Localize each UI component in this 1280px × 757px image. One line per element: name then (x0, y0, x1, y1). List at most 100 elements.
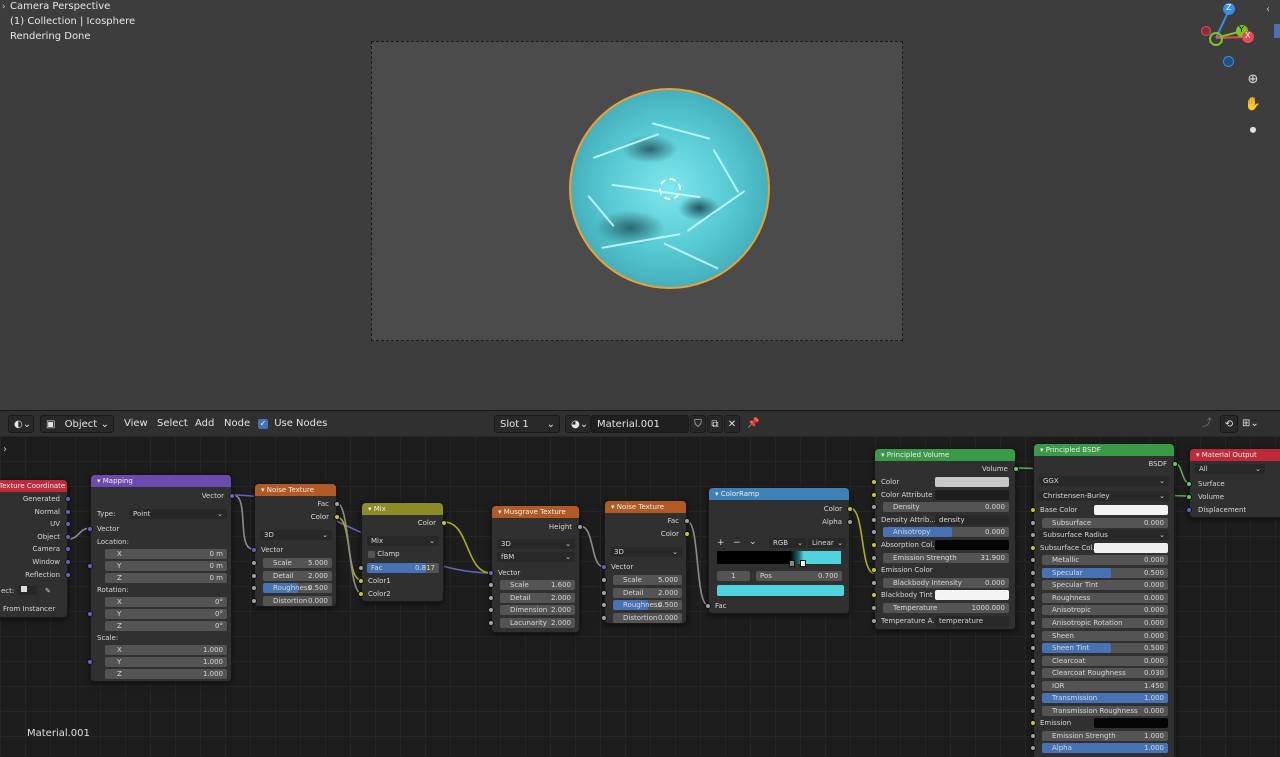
value-field[interactable]: Distortion 0.000 (263, 595, 332, 606)
value-field[interactable]: Subsurface 0.000 (1042, 517, 1168, 528)
input-socket[interactable] (488, 582, 494, 588)
node-principled-volume[interactable]: ▾ Principled Volume Volume Color Color At… (871, 448, 1019, 630)
color-swatch[interactable] (935, 477, 1009, 487)
node-mix[interactable]: ▾ Mix Color Mix ⌄ Clamp Fac 0.817 Color1 C… (358, 502, 447, 602)
input-socket[interactable] (488, 607, 494, 613)
value-field[interactable]: Emission Strength 1.000 (1042, 730, 1168, 741)
navigation-gizmo[interactable]: Z Y X (1195, 0, 1265, 72)
output-socket[interactable] (65, 496, 71, 502)
input-socket[interactable] (1030, 557, 1036, 564)
node-colorramp[interactable]: ▾ ColorRamp Color Alpha + − ⌄ RGB ⌄ Linea… (705, 487, 853, 614)
output-socket-bsdf[interactable] (1172, 461, 1178, 467)
output-socket[interactable] (229, 493, 235, 499)
input-socket[interactable] (1030, 569, 1036, 576)
interpolation-dropdown[interactable]: Linear ⌄ (808, 538, 846, 548)
sidebar-toggle-icon[interactable]: ‹ (1266, 4, 1270, 15)
subsurface-method-dropdown[interactable]: Christensen-Burley ⌄ (1039, 491, 1169, 501)
gizmo-x-axis[interactable]: X (1242, 31, 1254, 43)
mapping-scale-field[interactable]: X 1.000 (105, 645, 227, 655)
snap-settings-icon[interactable]: ⊞⌄ (1242, 415, 1259, 433)
input-socket[interactable] (601, 589, 607, 596)
mapping-location-field[interactable]: X0 m (105, 549, 227, 559)
input-socket[interactable] (1030, 507, 1036, 513)
value-field[interactable]: Metallic 0.000 (1042, 555, 1168, 566)
object-picker[interactable] (17, 585, 37, 595)
output-socket[interactable] (65, 508, 71, 515)
material-name-field[interactable]: Material.001 (591, 415, 689, 433)
object-mode-dropdown[interactable]: ▣ Object ⌄ (40, 415, 114, 433)
input-socket[interactable] (87, 611, 93, 617)
color-swatch[interactable] (935, 489, 1009, 500)
input-socket[interactable] (1030, 645, 1036, 652)
dimensions-dropdown[interactable]: 3D ⌄ (497, 539, 575, 549)
output-socket[interactable] (577, 524, 583, 530)
input-socket[interactable] (251, 547, 257, 553)
input-socket-color1[interactable] (358, 578, 364, 584)
color-ramp-gradient[interactable] (717, 551, 841, 564)
from-instancer-checkbox[interactable]: From Instancer (3, 604, 55, 614)
value-field[interactable]: Density 0.000 (883, 502, 1009, 513)
parent-node-tree-icon[interactable]: ⤴ (1202, 415, 1212, 433)
menu-add[interactable]: Add (195, 415, 214, 433)
value-field[interactable]: Sheen Tint 0.500 (1042, 643, 1168, 654)
input-socket[interactable] (1030, 670, 1036, 677)
input-socket[interactable] (871, 491, 877, 498)
input-socket[interactable] (1030, 695, 1036, 702)
material-browse-button[interactable]: ◕⌄ (565, 415, 591, 433)
input-socket[interactable] (871, 504, 877, 511)
color-swatch[interactable] (1094, 505, 1168, 515)
input-socket[interactable] (1030, 607, 1036, 614)
input-socket[interactable] (871, 554, 877, 561)
node-material-output[interactable]: ▾ Material Output All ⌄ Surface Volume Di… (1186, 448, 1280, 518)
output-socket-color[interactable] (684, 531, 690, 537)
input-socket-surface[interactable] (1186, 481, 1192, 487)
input-socket[interactable] (871, 479, 877, 485)
node-editor-canvas[interactable]: › Texture Coordinate Generated Normal UV Ob… (0, 436, 1280, 757)
input-socket[interactable] (488, 594, 494, 601)
node-noise-texture-1[interactable]: ▾ Noise Texture Fac Color 3D ⌄ Vector Sca… (251, 483, 340, 607)
input-socket[interactable] (1030, 532, 1036, 539)
mapping-rotation-field[interactable]: Z 0° (105, 621, 227, 631)
unlink-material-icon[interactable]: ✕ (724, 415, 740, 433)
camera-icon[interactable]: ⏺ (1243, 121, 1263, 141)
value-field[interactable]: Blackbody Intensity 0.000 (883, 577, 1009, 588)
value-field[interactable]: Anisotropic 0.000 (1042, 605, 1168, 616)
value-field[interactable]: Specular Tint 0.000 (1042, 580, 1168, 591)
musgrave-type-dropdown[interactable]: fBM ⌄ (497, 552, 575, 562)
input-socket[interactable] (1030, 707, 1036, 714)
editor-type-icon[interactable]: ◐⌄ (8, 415, 34, 433)
input-socket[interactable] (601, 614, 607, 621)
input-socket[interactable] (251, 585, 257, 591)
vector-dropdown[interactable]: Subsurface Radius ⌄ (1039, 530, 1169, 541)
attribute-name-field[interactable]: density (935, 514, 1009, 525)
color-mode-dropdown[interactable]: RGB ⌄ (769, 538, 806, 548)
input-socket-fac[interactable] (705, 603, 711, 609)
output-socket[interactable] (65, 533, 71, 540)
duplicate-material-icon[interactable]: ⧉ (707, 415, 723, 433)
canvas-expand-arrow-icon[interactable]: › (3, 444, 7, 455)
input-socket[interactable] (87, 526, 93, 532)
color-swatch[interactable] (1094, 542, 1168, 553)
clamp-checkbox[interactable]: Clamp (368, 549, 400, 559)
distribution-dropdown[interactable]: GGX ⌄ (1039, 476, 1169, 486)
color-swatch[interactable] (935, 590, 1009, 601)
value-field[interactable]: Roughness 0.500 (263, 583, 332, 593)
input-socket[interactable] (87, 563, 93, 569)
input-socket-fac[interactable] (358, 565, 364, 571)
output-socket-color[interactable] (334, 514, 340, 520)
3d-viewport[interactable]: › Camera Perspective (1) Collection | Ic… (0, 0, 1280, 410)
input-socket[interactable] (871, 605, 877, 611)
input-socket[interactable] (871, 592, 877, 599)
input-socket[interactable] (488, 619, 494, 626)
output-socket-volume[interactable] (1013, 466, 1019, 472)
input-socket[interactable] (1030, 657, 1036, 664)
value-field[interactable]: Emission Strength 31.900 (883, 552, 1009, 563)
output-socket[interactable] (65, 571, 71, 578)
mapping-location-field[interactable]: Y0 m (105, 561, 227, 571)
add-stop-button[interactable]: + (717, 538, 725, 548)
hand-pan-icon[interactable]: ✋ (1243, 95, 1263, 115)
value-field[interactable]: Sheen 0.000 (1042, 630, 1168, 641)
stop-color-swatch[interactable] (717, 585, 844, 596)
input-socket[interactable] (601, 577, 607, 583)
target-dropdown[interactable]: All ⌄ (1195, 464, 1265, 474)
